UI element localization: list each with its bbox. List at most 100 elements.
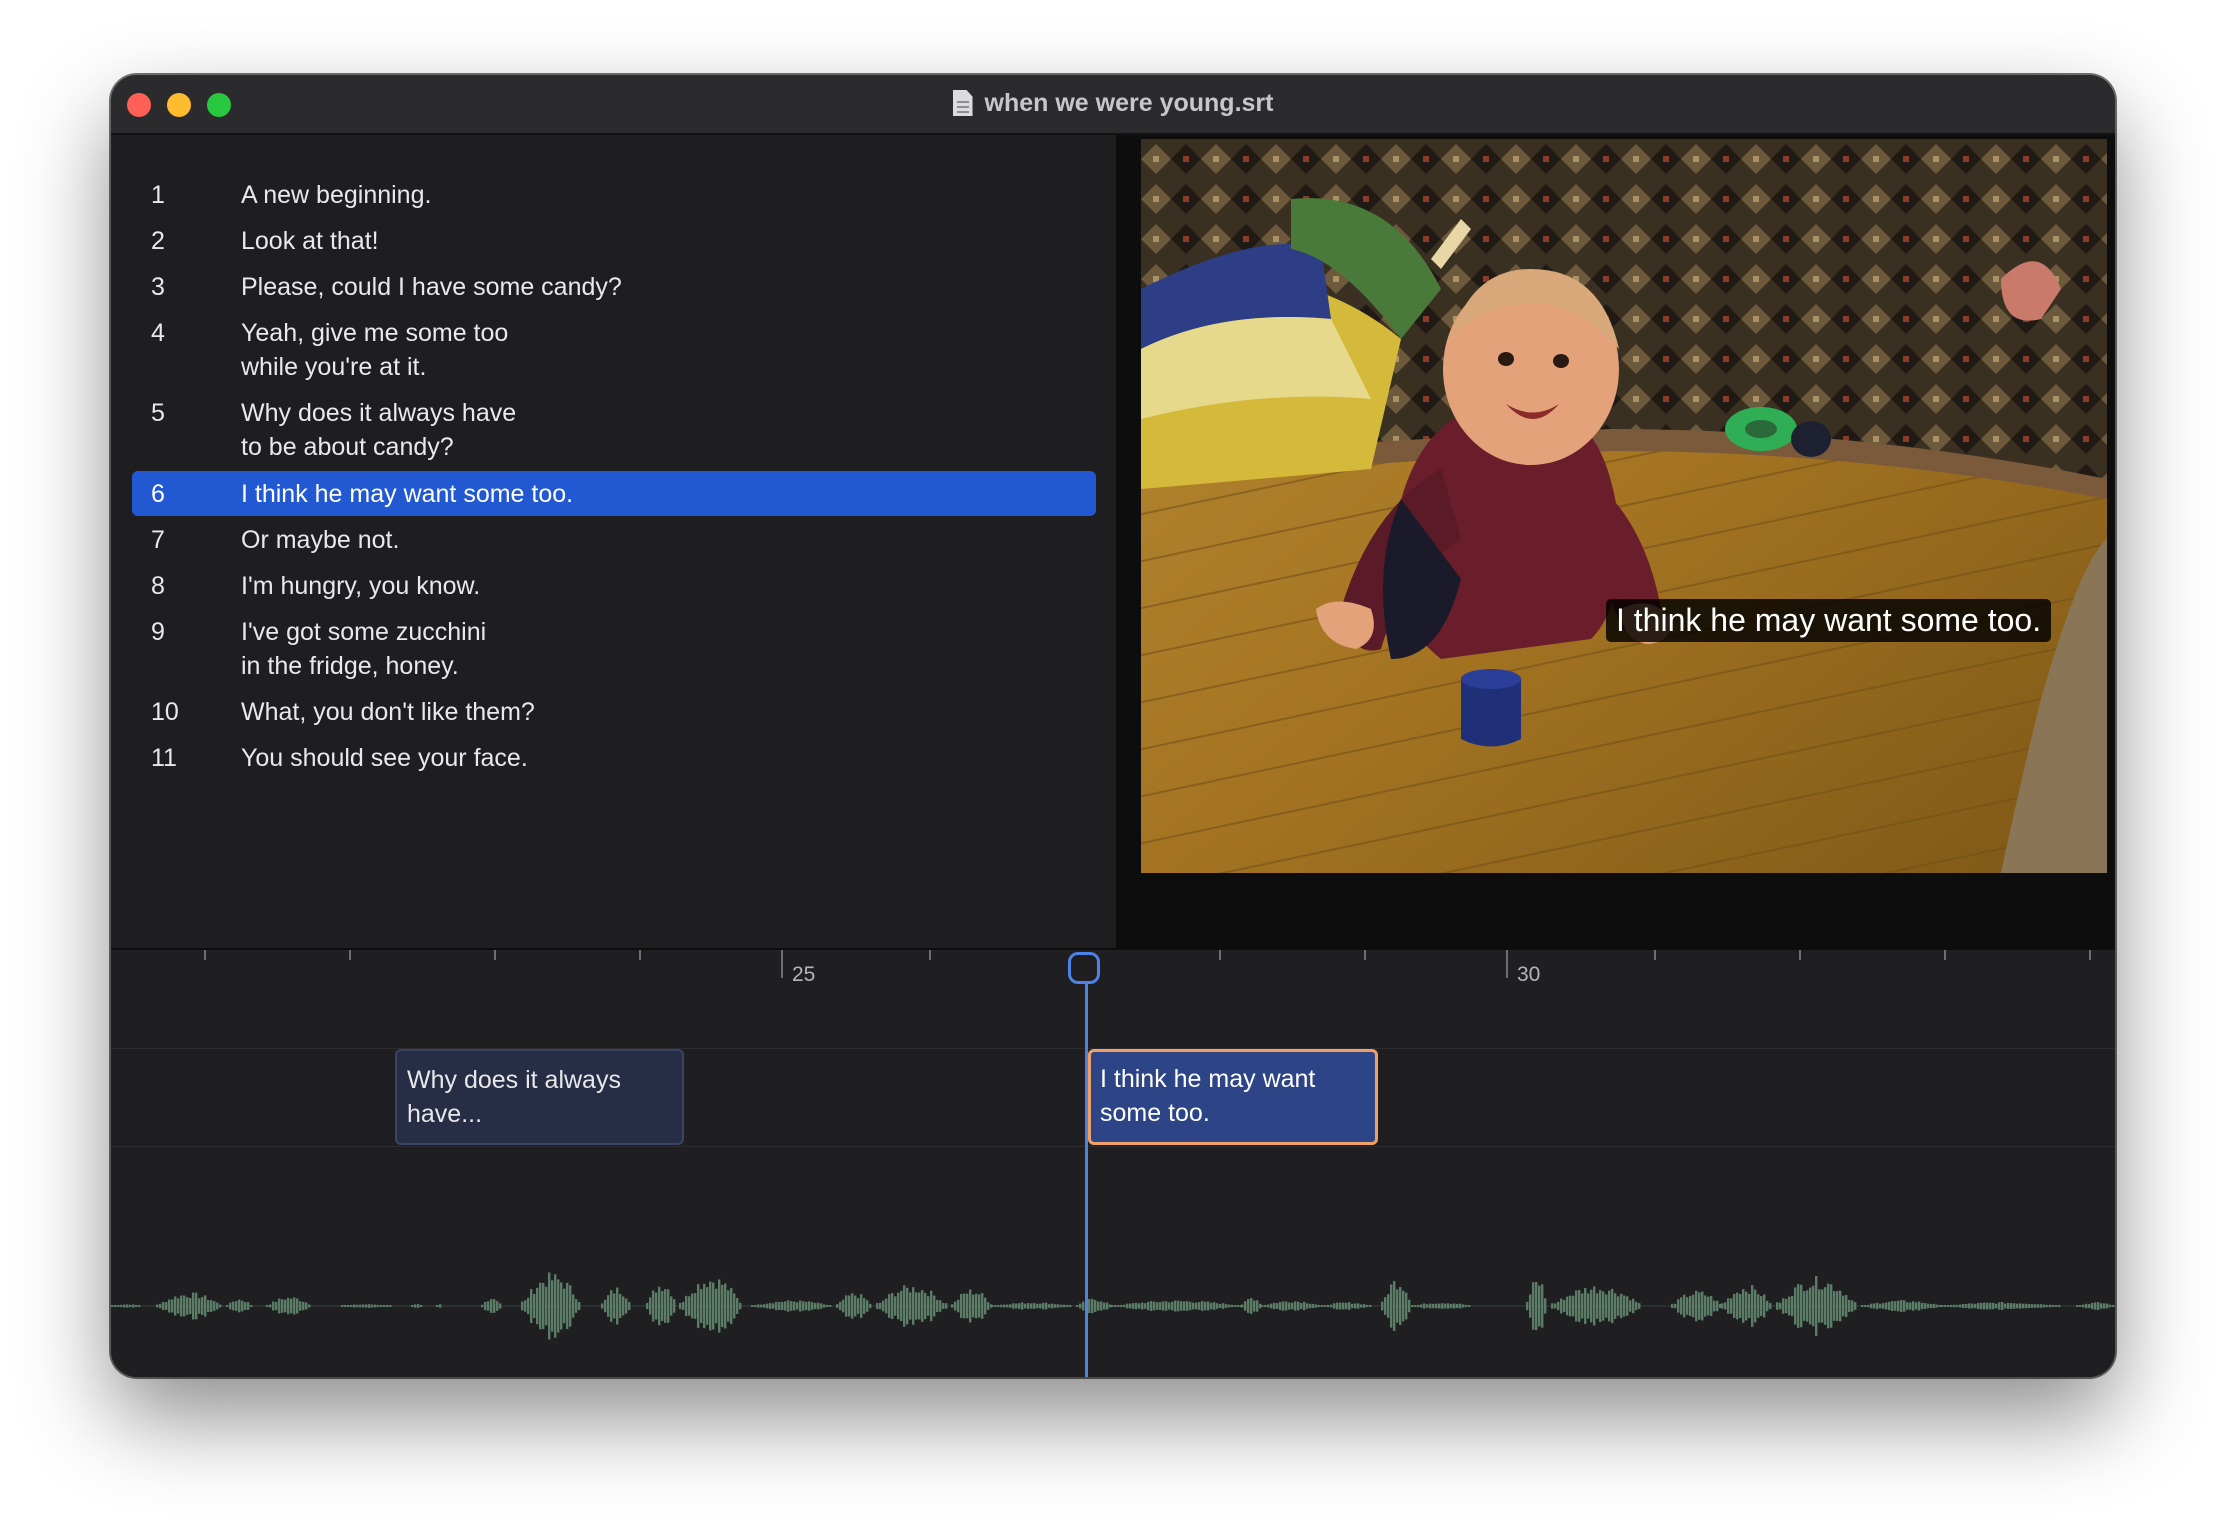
waveform-bar	[174, 1296, 177, 1316]
waveform-bar	[1438, 1303, 1441, 1309]
waveform-bar	[1873, 1303, 1876, 1309]
waveform-bar	[625, 1298, 628, 1314]
timeline[interactable]: 25 30 Why does it always have... I think…	[111, 948, 2115, 1377]
waveform-bar	[1596, 1293, 1599, 1319]
subtitle-row[interactable]: 1 A new beginning.	[132, 178, 1096, 212]
waveform-bar	[111, 1305, 114, 1307]
waveform-bar	[1800, 1284, 1803, 1328]
subtitle-row[interactable]: 8 I'm hungry, you know.	[132, 569, 1096, 603]
playhead-line[interactable]	[1085, 970, 1088, 1377]
waveform-bar	[1529, 1294, 1532, 1318]
waveform-bar	[123, 1304, 126, 1308]
waveform-bar	[1554, 1303, 1557, 1309]
waveform-bar	[496, 1301, 499, 1311]
waveform-bar	[1727, 1298, 1730, 1314]
subtitle-row[interactable]: 7 Or maybe not.	[132, 523, 1096, 557]
waveform-bar	[652, 1290, 655, 1322]
waveform-bar	[1282, 1301, 1285, 1311]
audio-waveform[interactable]	[111, 1256, 2115, 1356]
waveform-bar	[1303, 1301, 1306, 1311]
waveform-bar	[1751, 1285, 1754, 1327]
waveform-bar	[1411, 1305, 1414, 1307]
waveform-bar	[1366, 1304, 1369, 1308]
waveform-bar	[1614, 1293, 1617, 1319]
waveform-bar	[186, 1297, 189, 1315]
waveform-bar	[1276, 1303, 1279, 1309]
waveform-bar	[1757, 1294, 1760, 1318]
playhead-handle[interactable]	[1068, 952, 1100, 984]
subtitle-row[interactable]: 11 You should see your face.	[132, 741, 1096, 775]
waveform-bar	[966, 1293, 969, 1319]
waveform-bar	[1045, 1302, 1048, 1310]
waveform-bar	[1244, 1301, 1247, 1311]
subtitle-row[interactable]: 3 Please, could I have some candy?	[132, 270, 1096, 304]
waveform-bar	[1995, 1303, 1998, 1309]
ruler-tick	[204, 950, 206, 960]
waveform-bar	[1036, 1303, 1039, 1309]
timeline-cue-selected[interactable]: I think he may want some too.	[1088, 1049, 1378, 1145]
waveform-bar	[1623, 1295, 1626, 1317]
waveform-bar	[527, 1297, 530, 1315]
waveform-bar	[1602, 1291, 1605, 1321]
waveform-bar	[1234, 1305, 1237, 1307]
waveform-bar	[781, 1301, 784, 1311]
subtitle-row-selected[interactable]: 6 I think he may want some too.	[132, 471, 1096, 516]
waveform-bar	[204, 1295, 207, 1317]
waveform-bar	[308, 1304, 311, 1308]
subtitle-row[interactable]: 9 I've got some zucchini in the fridge, …	[132, 615, 1096, 683]
waveform-bar	[177, 1298, 180, 1314]
waveform-bar	[2079, 1305, 2082, 1307]
waveform-bar	[1180, 1301, 1183, 1311]
subtitle-row[interactable]: 10 What, you don't like them?	[132, 695, 1096, 729]
waveform-bar	[826, 1304, 829, 1308]
subtitle-number: 3	[151, 273, 165, 301]
waveform-bar	[229, 1302, 232, 1310]
waveform-bar	[287, 1297, 290, 1315]
waveform-bar	[1626, 1296, 1629, 1316]
waveform-bar	[1763, 1294, 1766, 1318]
waveform-bar	[216, 1302, 219, 1310]
waveform-bar	[1309, 1303, 1312, 1309]
subtitle-text: Please, could I have some candy?	[241, 273, 622, 301]
video-player[interactable]: I think he may want some too.	[1116, 135, 2115, 948]
waveform-bar	[120, 1304, 123, 1308]
waveform-bar	[1247, 1299, 1250, 1313]
subtitle-number: 9	[151, 618, 165, 646]
waveform-bar	[1968, 1303, 1971, 1309]
waveform-bar	[1267, 1304, 1270, 1308]
waveform-bar	[1572, 1295, 1575, 1317]
waveform-bar	[1153, 1301, 1156, 1311]
waveform-bar	[560, 1282, 563, 1330]
waveform-bar	[829, 1305, 832, 1307]
waveform-bar	[1264, 1305, 1267, 1307]
waveform-bar	[1048, 1304, 1051, 1308]
waveform-bar	[1447, 1303, 1450, 1309]
waveform-bar	[2028, 1304, 2031, 1308]
waveform-bar	[1384, 1297, 1387, 1315]
waveform-bar	[972, 1294, 975, 1318]
waveform-bar	[1876, 1302, 1879, 1310]
subtitle-row[interactable]: 4 Yeah, give me some too while you're at…	[132, 316, 1096, 384]
waveform-bar	[275, 1301, 278, 1311]
waveform-bar	[766, 1303, 769, 1309]
waveform-bar	[1998, 1302, 2001, 1310]
subtitle-row[interactable]: 5 Why does it always have to be about ca…	[132, 396, 1096, 464]
waveform-bar	[706, 1287, 709, 1325]
waveform-bar	[610, 1290, 613, 1322]
waveform-bar	[679, 1302, 682, 1310]
waveform-bar	[1162, 1301, 1165, 1311]
waveform-bar	[1228, 1304, 1231, 1308]
waveform-bar	[1354, 1303, 1357, 1309]
waveform-bar	[1677, 1299, 1680, 1313]
waveform-bar	[1824, 1287, 1827, 1325]
waveform-bar	[796, 1302, 799, 1310]
waveform-bar	[673, 1299, 676, 1313]
waveform-bar	[1063, 1304, 1066, 1308]
waveform-bar	[1408, 1299, 1411, 1313]
timeline-cue[interactable]: Why does it always have...	[395, 1049, 684, 1145]
waveform-bar	[436, 1305, 439, 1307]
time-ruler[interactable]: 25 30	[111, 950, 2115, 1050]
waveform-bar	[284, 1299, 287, 1313]
waveform-bar	[882, 1300, 885, 1312]
subtitle-row[interactable]: 2 Look at that!	[132, 224, 1096, 258]
